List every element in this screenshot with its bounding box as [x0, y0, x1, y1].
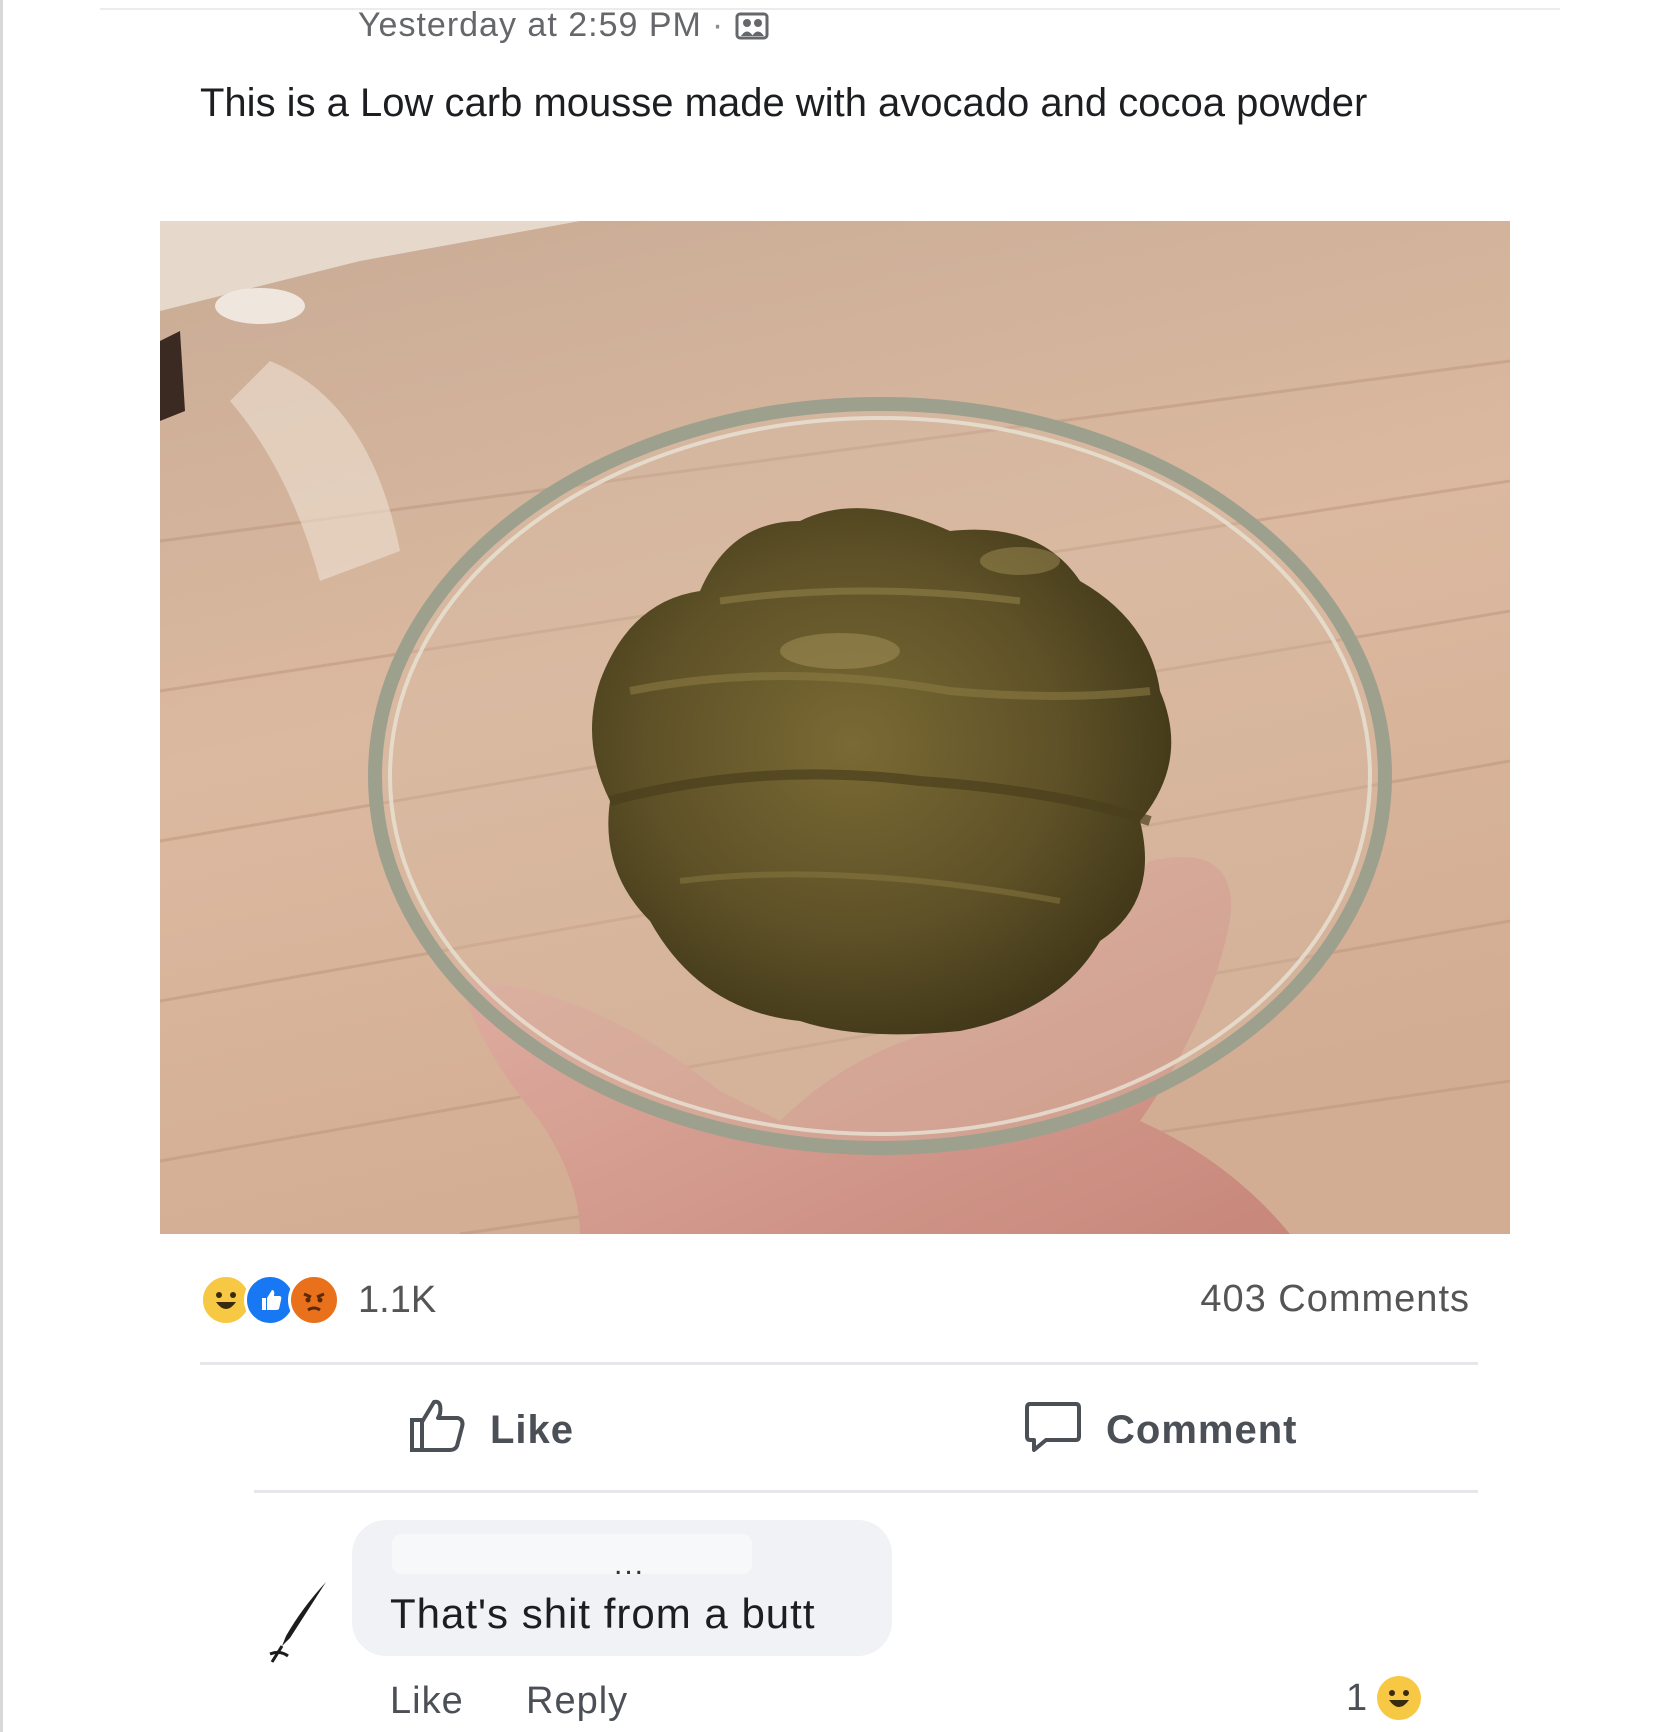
friends-icon[interactable] — [734, 11, 770, 41]
comment-item: ... That's shit from a butt — [268, 1510, 1568, 1663]
post-meta: Yesterday at 2:59 PM · — [358, 6, 770, 45]
reaction-count[interactable]: 1.1K — [358, 1279, 436, 1322]
post-card: Yesterday at 2:59 PM · This is a Low car… — [0, 0, 1656, 1732]
comment-bubble-icon — [1024, 1396, 1082, 1464]
post-photo[interactable] — [160, 221, 1510, 1234]
thumbs-up-icon — [408, 1396, 466, 1464]
meta-separator: · — [711, 6, 725, 44]
like-button[interactable]: Like — [408, 1395, 574, 1465]
comment-dots: ... — [614, 1548, 646, 1581]
angry-reaction-icon — [288, 1274, 340, 1326]
commenter-name-redacted — [392, 1534, 752, 1574]
post-timestamp[interactable]: Yesterday at 2:59 PM — [358, 6, 702, 45]
comment-text: That's shit from a butt — [390, 1590, 816, 1637]
reaction-summary[interactable]: 1.1K — [200, 1274, 436, 1326]
actions-divider — [254, 1490, 1478, 1493]
card-edge — [0, 0, 3, 1732]
comment-like-link[interactable]: Like — [390, 1680, 464, 1723]
pen-avatar-icon[interactable] — [268, 1580, 332, 1664]
top-divider — [100, 8, 1560, 10]
comment-label: Comment — [1106, 1407, 1298, 1452]
post-text: This is a Low carb mousse made with avoc… — [200, 81, 1368, 125]
comment-reaction-summary[interactable]: 1 — [1346, 1676, 1422, 1720]
haha-reaction-icon — [1377, 1676, 1422, 1720]
comment-count[interactable]: 403 Comments — [1200, 1278, 1470, 1321]
comment-reply-link[interactable]: Reply — [526, 1680, 628, 1723]
stats-divider — [200, 1362, 1478, 1365]
comment-reaction-count: 1 — [1346, 1676, 1368, 1719]
comment-button[interactable]: Comment — [1024, 1395, 1297, 1465]
like-label: Like — [490, 1407, 575, 1452]
